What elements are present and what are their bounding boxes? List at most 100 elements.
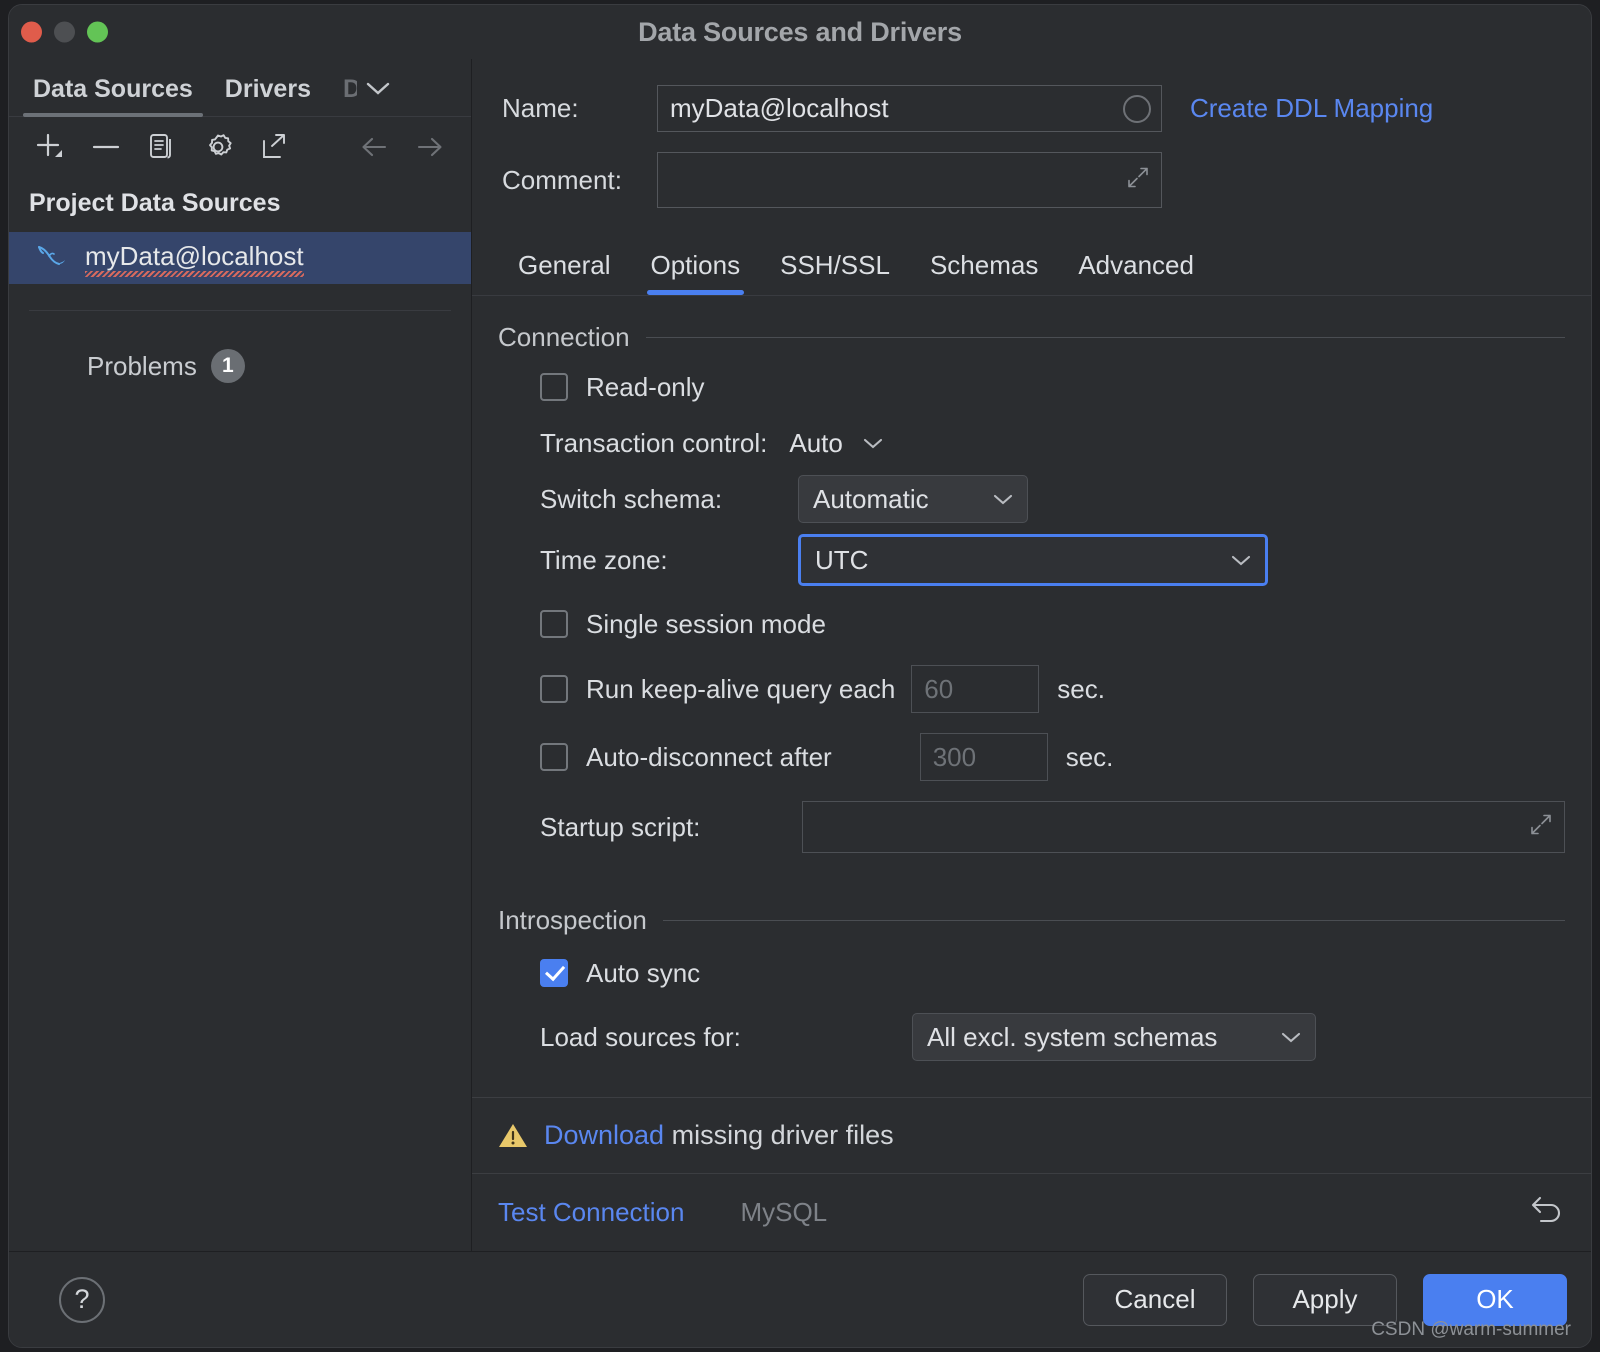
name-input[interactable]: myData@localhost — [657, 85, 1162, 132]
driver-name-label: MySQL — [740, 1197, 828, 1227]
auto-disconnect-checkbox[interactable] — [540, 743, 568, 771]
expand-icon[interactable] — [1528, 812, 1554, 843]
connection-group-header: Connection — [498, 296, 1565, 359]
keep-alive-placeholder: 60 — [924, 673, 954, 704]
auto-sync-row[interactable]: Auto sync — [498, 942, 1565, 1004]
time-zone-label: Time zone: — [540, 544, 668, 575]
startup-script-row: Startup script: — [498, 791, 1565, 863]
cancel-button[interactable]: Cancel — [1083, 1273, 1227, 1326]
switch-schema-value: Automatic — [813, 483, 929, 514]
tab-ddl-mappings[interactable]: D — [327, 75, 357, 116]
comment-label: Comment: — [502, 164, 622, 195]
time-zone-value: UTC — [815, 544, 869, 575]
transaction-control-label: Transaction control: — [540, 427, 768, 458]
introspection-group-header: Introspection — [498, 863, 1565, 942]
time-zone-dropdown[interactable]: UTC — [798, 534, 1268, 586]
keep-alive-unit: sec. — [1057, 673, 1105, 704]
name-row: Name: myData@localhost Create DDL Mappin… — [502, 85, 1561, 132]
keep-alive-row: Run keep-alive query each 60 sec. — [498, 655, 1565, 723]
single-session-row[interactable]: Single session mode — [498, 593, 1565, 655]
revert-icon[interactable] — [1529, 1195, 1565, 1230]
main-pane: Name: myData@localhost Create DDL Mappin… — [472, 59, 1591, 1251]
color-circle-icon[interactable] — [1123, 94, 1151, 123]
transaction-control-row: Transaction control: Auto — [498, 415, 1565, 471]
watermark: CSDN @warm-summer — [1371, 1319, 1571, 1340]
startup-script-input[interactable] — [802, 801, 1565, 853]
auto-disconnect-row: Auto-disconnect after 300 sec. — [498, 723, 1565, 791]
single-session-checkbox[interactable] — [540, 610, 568, 638]
comment-row: Comment: — [502, 152, 1561, 208]
chevron-down-icon — [1229, 552, 1253, 568]
load-sources-label: Load sources for: — [540, 1021, 741, 1052]
create-ddl-mapping-link[interactable]: Create DDL Mapping — [1190, 93, 1433, 124]
auto-disconnect-placeholder: 300 — [932, 741, 977, 772]
read-only-label: Read-only — [586, 371, 705, 402]
auto-sync-checkbox[interactable] — [540, 959, 568, 987]
download-driver-link[interactable]: Download — [544, 1120, 664, 1150]
read-only-checkbox[interactable] — [540, 373, 568, 401]
connection-group-title: Connection — [498, 322, 630, 352]
duplicate-icon[interactable] — [145, 130, 179, 164]
chevron-down-icon — [991, 491, 1015, 507]
tab-general[interactable]: General — [498, 250, 631, 295]
problems-label: Problems — [87, 350, 197, 381]
switch-schema-row: Switch schema: Automatic — [498, 471, 1565, 527]
problems-count-badge: 1 — [210, 349, 245, 383]
auto-disconnect-label: Auto-disconnect after — [586, 741, 832, 772]
data-sources-dialog: Data Sources and Drivers Data Sources Dr… — [8, 4, 1592, 1348]
introspection-group-title: Introspection — [498, 905, 647, 935]
comment-input[interactable] — [657, 152, 1162, 208]
auto-disconnect-input[interactable]: 300 — [919, 733, 1048, 781]
forward-arrow-icon[interactable] — [413, 130, 447, 164]
tab-drivers[interactable]: Drivers — [209, 75, 327, 116]
keep-alive-input[interactable]: 60 — [911, 665, 1040, 713]
read-only-row[interactable]: Read-only — [498, 359, 1565, 415]
tab-options[interactable]: Options — [631, 250, 761, 295]
settings-tabs: General Options SSH/SSL Schemas Advanced — [472, 228, 1591, 295]
switch-schema-label: Switch schema: — [540, 483, 723, 514]
introspection-group-rule — [662, 920, 1565, 921]
window-title: Data Sources and Drivers — [638, 16, 962, 47]
driver-warning-text: Download missing driver files — [544, 1120, 894, 1151]
data-source-form-header: Name: myData@localhost Create DDL Mappin… — [472, 59, 1591, 228]
transaction-control-value: Auto — [789, 427, 843, 458]
single-session-label: Single session mode — [586, 608, 826, 639]
share-icon[interactable] — [257, 130, 291, 164]
chevron-down-icon — [861, 435, 885, 451]
name-label: Name: — [502, 93, 579, 123]
problems-row[interactable]: Problems 1 — [9, 311, 471, 383]
connection-group-rule — [645, 337, 1565, 338]
sidebar-item-mydata-localhost[interactable]: myData@localhost — [9, 232, 471, 284]
tab-advanced[interactable]: Advanced — [1058, 250, 1214, 295]
ok-button[interactable]: OK — [1423, 1273, 1567, 1326]
load-sources-dropdown[interactable]: All excl. system schemas — [912, 1013, 1316, 1061]
driver-warning-bar: Download missing driver files — [472, 1097, 1591, 1173]
sidebar: Data Sources Drivers D — [9, 59, 472, 1251]
tab-data-sources[interactable]: Data Sources — [17, 75, 209, 117]
chevron-down-icon — [1279, 1029, 1303, 1045]
tab-ssh-ssl[interactable]: SSH/SSL — [760, 250, 910, 295]
transaction-control-dropdown[interactable]: Auto — [789, 419, 897, 467]
test-connection-bar: Test Connection MySQL — [472, 1173, 1591, 1251]
switch-schema-dropdown[interactable]: Automatic — [798, 475, 1028, 523]
add-icon[interactable] — [33, 130, 67, 164]
chevron-down-icon[interactable] — [357, 79, 403, 116]
sidebar-toolbar — [9, 117, 471, 177]
options-panel: Connection Read-only Transaction control… — [472, 296, 1591, 1097]
auto-sync-label: Auto sync — [586, 957, 701, 988]
expand-icon[interactable] — [1125, 165, 1151, 196]
tab-schemas[interactable]: Schemas — [910, 250, 1058, 295]
keep-alive-checkbox[interactable] — [540, 675, 568, 703]
test-connection-link[interactable]: Test Connection — [498, 1197, 684, 1228]
time-zone-row: Time zone: UTC — [498, 527, 1565, 593]
startup-script-label: Startup script: — [540, 811, 701, 842]
remove-icon[interactable] — [89, 130, 123, 164]
gear-icon[interactable] — [201, 130, 235, 164]
load-sources-row: Load sources for: All excl. system schem… — [498, 1004, 1565, 1070]
mysql-dolphin-icon — [35, 241, 69, 276]
keep-alive-label: Run keep-alive query each — [586, 673, 896, 704]
back-arrow-icon[interactable] — [357, 130, 391, 164]
name-input-value: myData@localhost — [670, 93, 889, 123]
apply-button[interactable]: Apply — [1253, 1273, 1397, 1326]
help-button[interactable]: ? — [59, 1276, 105, 1323]
